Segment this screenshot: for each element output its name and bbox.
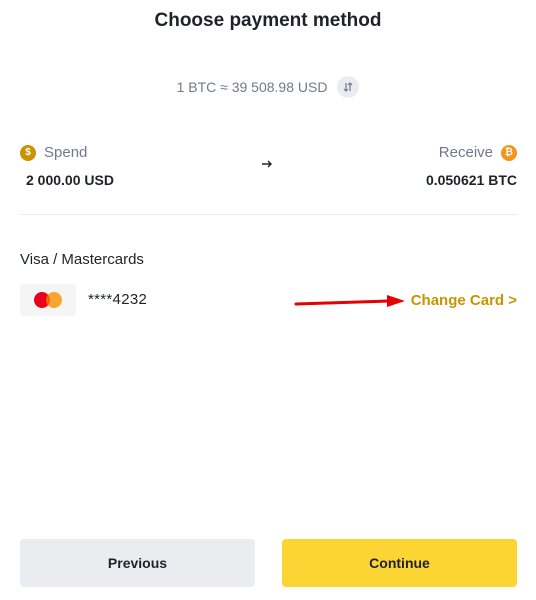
- swap-icon: [344, 82, 353, 92]
- usd-coin-icon: $: [20, 144, 36, 161]
- payment-section-title: Visa / Mastercards: [20, 251, 144, 268]
- continue-button[interactable]: Continue: [282, 539, 517, 587]
- swap-rate-button[interactable]: [337, 76, 360, 98]
- page-title: Choose payment method: [154, 10, 382, 31]
- mastercard-icon: [20, 284, 76, 316]
- exchange-rate-text: 1 BTC ≈ 39 508.98 USD: [176, 79, 328, 95]
- payment-method-page: Choose payment method 1 BTC ≈ 39 508.98 …: [0, 0, 536, 600]
- spend-amount: 2 000.00 USD: [26, 172, 114, 188]
- spend-label-text: Spend: [44, 144, 88, 161]
- divider: [20, 214, 517, 215]
- receive-amount: 0.050621 BTC: [425, 172, 517, 188]
- spend-label: $ Spend: [20, 144, 87, 161]
- receive-label: Receive ₿: [439, 144, 517, 161]
- receive-label-text: Receive: [438, 144, 493, 161]
- card-number: ****4232: [88, 291, 148, 308]
- exchange-rate-row: 1 BTC ≈ 39 508.98 USD: [0, 76, 536, 98]
- previous-button[interactable]: Previous: [20, 539, 255, 587]
- btc-coin-icon: ₿: [501, 144, 517, 161]
- annotation-arrow-icon: [294, 295, 405, 307]
- arrow-right-icon: [257, 154, 277, 174]
- change-card-link[interactable]: Change Card >: [411, 292, 517, 309]
